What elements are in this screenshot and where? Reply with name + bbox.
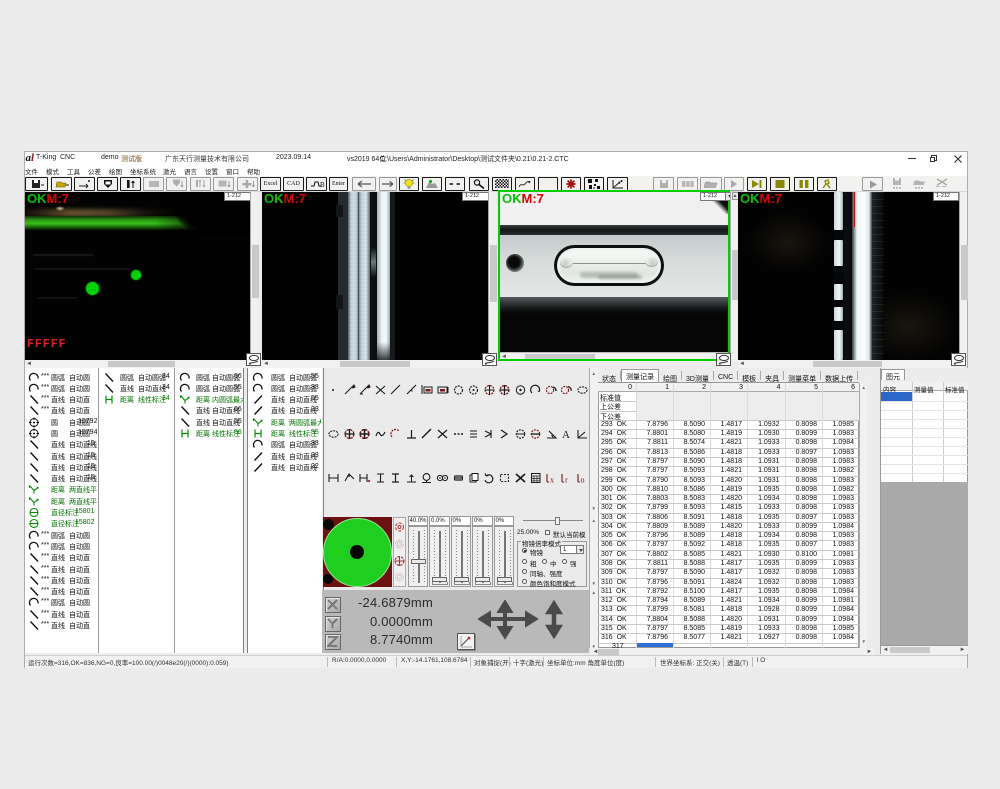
svg-text:o: o bbox=[581, 476, 585, 485]
svg-text:A: A bbox=[562, 429, 570, 440]
svg-text:B: B bbox=[320, 181, 325, 189]
svg-text:r: r bbox=[565, 476, 568, 485]
svg-text:x: x bbox=[550, 476, 554, 485]
